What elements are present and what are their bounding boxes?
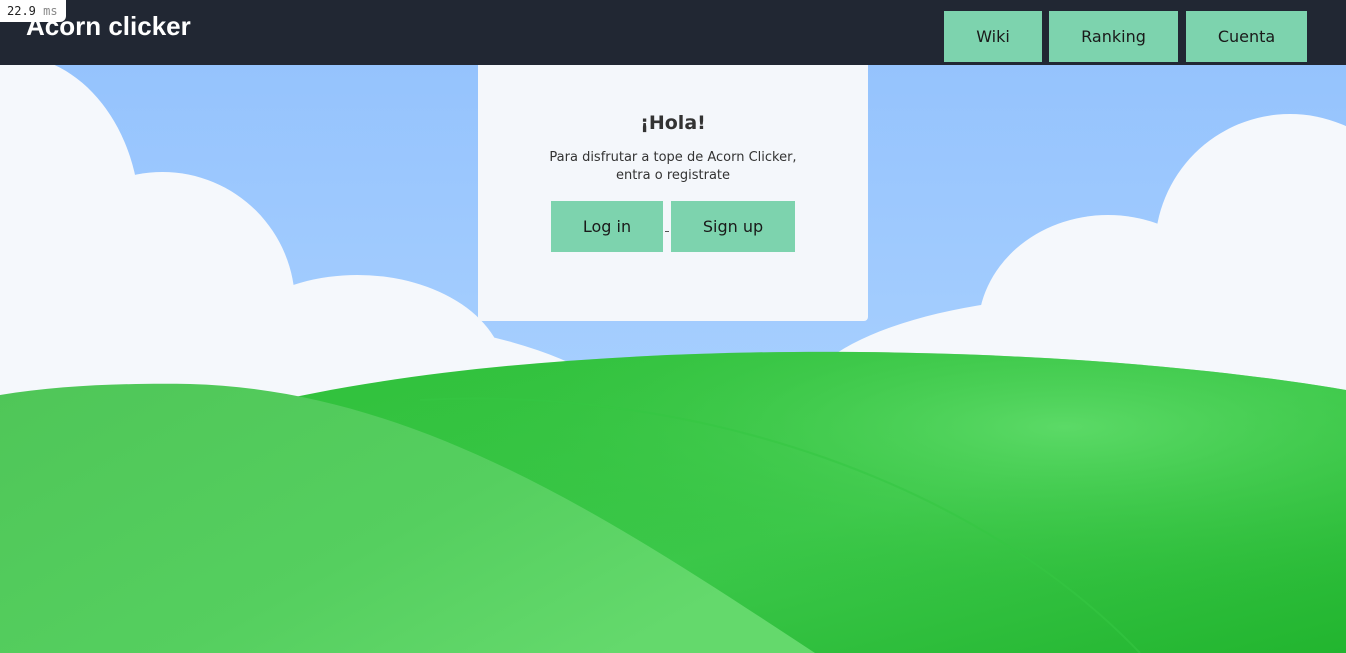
nav-ranking-button[interactable]: Ranking	[1049, 11, 1178, 62]
render-time-value: 22.9	[7, 4, 36, 18]
signup-button[interactable]: Sign up	[671, 201, 795, 252]
render-time-unit: ms	[43, 4, 58, 18]
top-nav-bar: Acorn clicker Wiki Ranking Cuenta	[0, 0, 1346, 65]
button-separator	[665, 231, 669, 232]
card-heading: ¡Hola!	[640, 112, 706, 134]
welcome-card: ¡Hola! Para disfrutar a tope de Acorn Cl…	[478, 65, 868, 321]
nav-account-button[interactable]: Cuenta	[1186, 11, 1307, 62]
render-time-badge: 22.9 ms	[0, 0, 66, 22]
nav-wiki-button[interactable]: Wiki	[944, 11, 1042, 62]
card-description: Para disfrutar a tope de Acorn Clicker, …	[549, 150, 797, 183]
login-button[interactable]: Log in	[551, 201, 663, 252]
